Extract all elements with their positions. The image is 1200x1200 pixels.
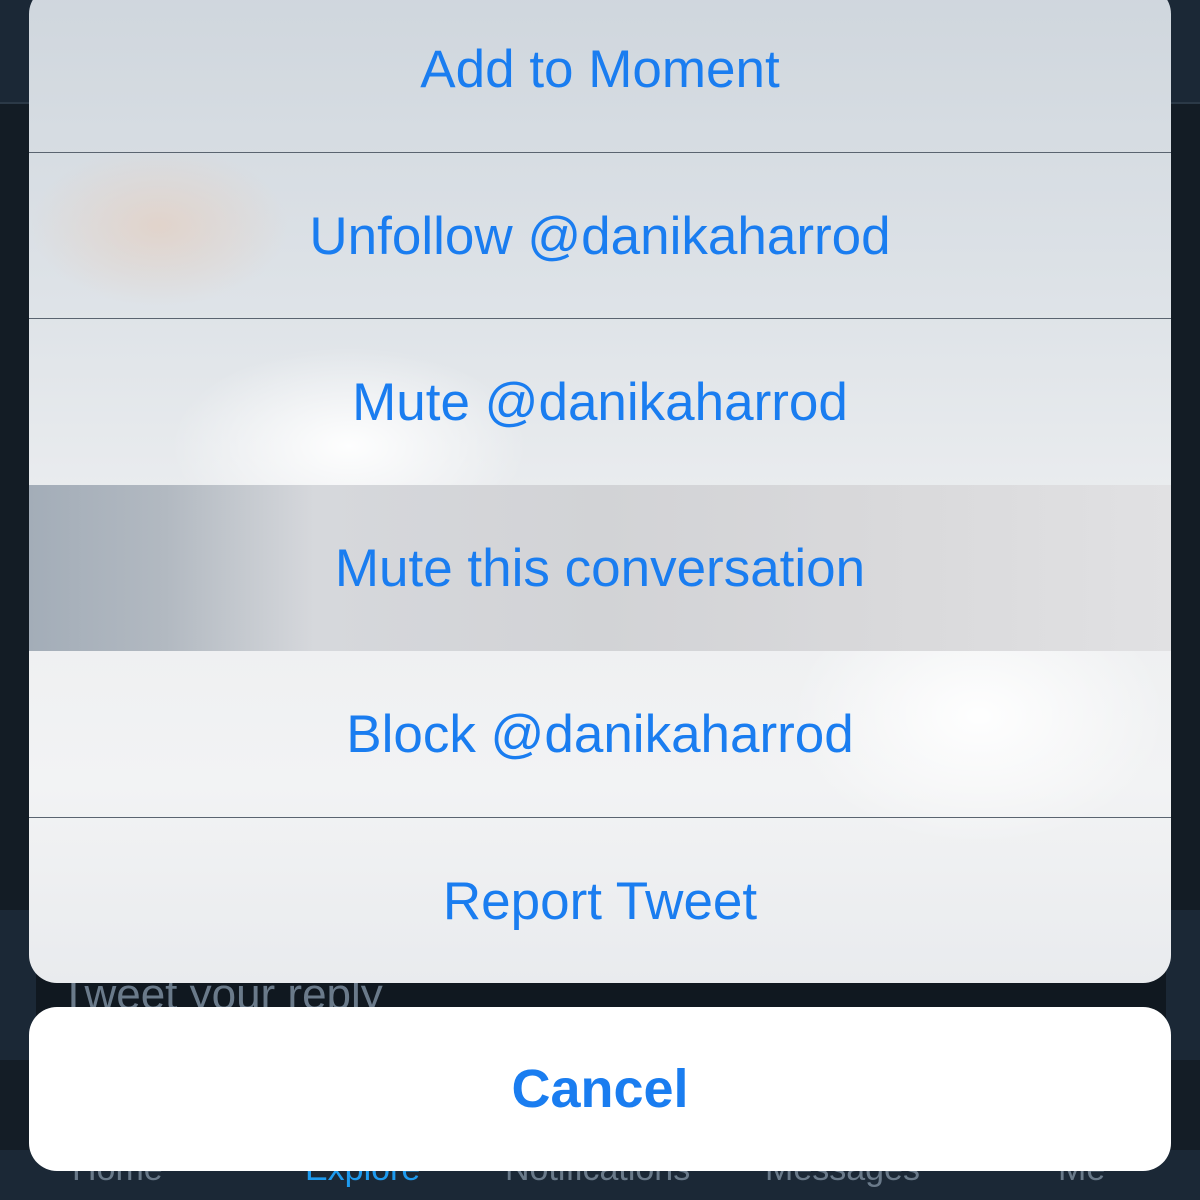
action-sheet: Add to Moment Unfollow @danikaharrod Mut… — [29, 0, 1171, 983]
screen: Tweet your reply Home Explore Notificati… — [0, 0, 1200, 1200]
cancel-button[interactable]: Cancel — [29, 1007, 1171, 1171]
add-to-moment-button[interactable]: Add to Moment — [29, 0, 1171, 152]
report-tweet-button[interactable]: Report Tweet — [29, 818, 1171, 983]
mute-user-button[interactable]: Mute @danikaharrod — [29, 319, 1171, 485]
mute-conversation-button[interactable]: Mute this conversation — [29, 485, 1171, 651]
block-user-button[interactable]: Block @danikaharrod — [29, 651, 1171, 817]
unfollow-button[interactable]: Unfollow @danikaharrod — [29, 153, 1171, 319]
